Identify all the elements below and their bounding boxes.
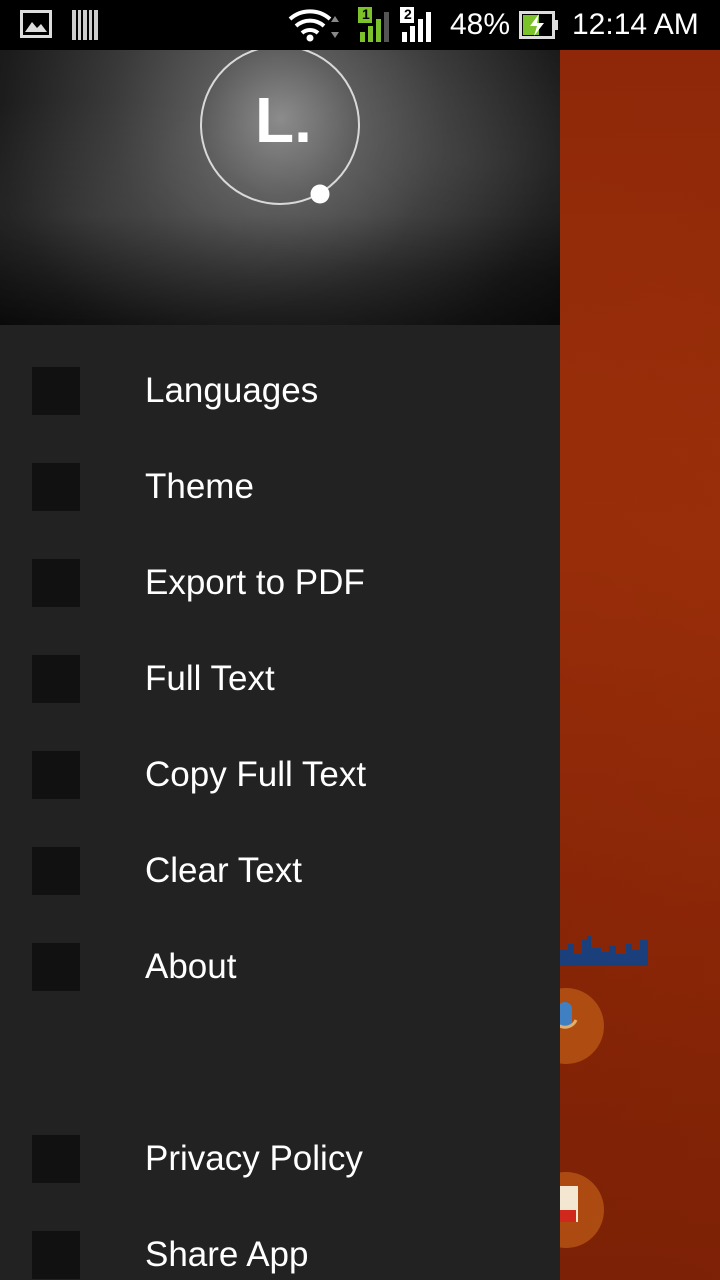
menu-item-full-text[interactable]: Full Text bbox=[0, 631, 560, 727]
languages-icon bbox=[32, 367, 80, 415]
menu-item-privacy-policy[interactable]: Privacy Policy bbox=[0, 1111, 560, 1207]
wifi-icon bbox=[288, 8, 344, 47]
menu-item-copy-full-text[interactable]: Copy Full Text bbox=[0, 727, 560, 823]
skyline-decoration bbox=[560, 936, 648, 966]
logo-letter: L. bbox=[255, 84, 312, 156]
menu-item-languages[interactable]: Languages bbox=[0, 343, 560, 439]
theme-icon bbox=[32, 463, 80, 511]
about-icon bbox=[32, 943, 80, 991]
navigation-drawer: L. Languages Theme Export to PDF Full Te… bbox=[0, 50, 560, 1280]
menu-item-export-pdf[interactable]: Export to PDF bbox=[0, 535, 560, 631]
copy-icon bbox=[32, 751, 80, 799]
sim1-label: 1 bbox=[362, 6, 370, 22]
menu-item-label: Theme bbox=[145, 467, 254, 506]
menu-item-label: Share App bbox=[145, 1235, 309, 1274]
privacy-icon bbox=[32, 1135, 80, 1183]
battery-charging-icon bbox=[519, 11, 559, 44]
sim2-label: 2 bbox=[404, 6, 412, 22]
menu-item-about[interactable]: About bbox=[0, 919, 560, 1015]
full-text-icon bbox=[32, 655, 80, 703]
menu-item-label: Languages bbox=[145, 371, 319, 410]
share-icon bbox=[32, 1231, 80, 1279]
drawer-header: L. bbox=[0, 50, 560, 325]
menu-item-label: Copy Full Text bbox=[145, 755, 367, 794]
menu-item-label: Clear Text bbox=[145, 851, 302, 890]
menu-item-theme[interactable]: Theme bbox=[0, 439, 560, 535]
status-bar: 1 2 48% 12:14 AM bbox=[0, 0, 720, 50]
menu-item-label: Export to PDF bbox=[145, 563, 365, 602]
menu-item-clear-text[interactable]: Clear Text bbox=[0, 823, 560, 919]
pdf-icon bbox=[32, 559, 80, 607]
gallery-icon bbox=[20, 10, 52, 43]
barcode-icon bbox=[72, 10, 98, 45]
menu-item-share-app[interactable]: Share App bbox=[0, 1207, 560, 1280]
menu-item-label: About bbox=[145, 947, 237, 986]
menu-item-label: Privacy Policy bbox=[145, 1139, 363, 1178]
clear-icon bbox=[32, 847, 80, 895]
battery-percent: 48% bbox=[450, 8, 511, 41]
screen: 1 2 48% 12:14 AM L. Languages Theme Expo… bbox=[0, 0, 720, 1280]
menu-item-label: Full Text bbox=[145, 659, 275, 698]
clock: 12:14 AM bbox=[572, 8, 699, 41]
